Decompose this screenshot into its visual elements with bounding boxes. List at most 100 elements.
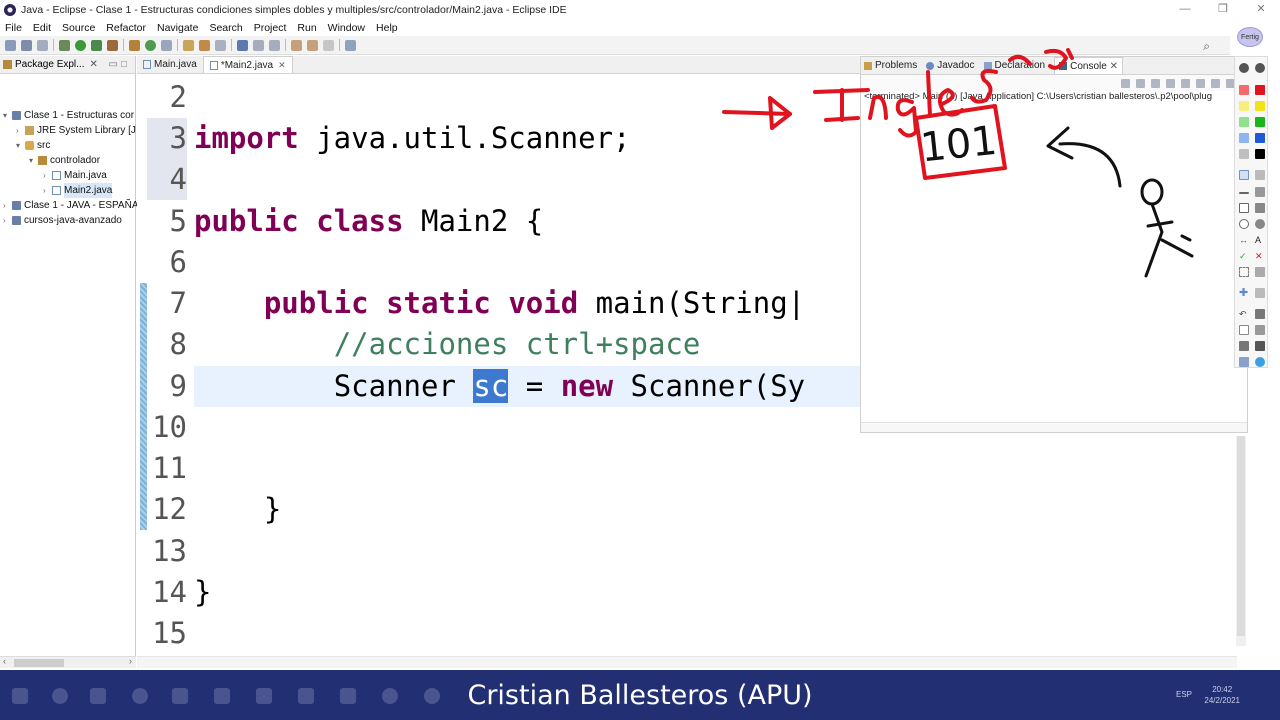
trash-icon[interactable] [1255, 309, 1265, 319]
tree-item-project-clase1[interactable]: ▾ Clase 1 - Estructuras cor [3, 108, 134, 123]
prev-annotation-icon[interactable] [269, 39, 280, 51]
color-light-green-swatch[interactable] [1239, 117, 1249, 127]
color-light-blue-swatch[interactable] [1239, 133, 1249, 143]
filled-rectangle-icon[interactable] [1255, 203, 1265, 213]
code-line-3[interactable]: import java.util.Scanner; [194, 118, 631, 158]
save-icon[interactable] [1255, 341, 1265, 351]
external-tools-icon[interactable] [107, 39, 118, 51]
view-controls[interactable]: ▭□ [109, 59, 131, 70]
new-page-icon[interactable] [1239, 325, 1249, 335]
code-line-14[interactable]: } [194, 572, 211, 612]
code-line-9[interactable]: Scanner sc = new Scanner(Sy [194, 366, 805, 406]
color-light-red-swatch[interactable] [1239, 85, 1249, 95]
menu-window[interactable]: Window [328, 22, 365, 34]
check-icon[interactable]: ✓ [1239, 251, 1249, 261]
new-icon[interactable] [5, 39, 16, 51]
code-line-7[interactable]: public static void main(String| [194, 283, 805, 323]
chevron-right-icon[interactable]: › [16, 123, 25, 138]
display-console-icon[interactable] [1211, 78, 1220, 88]
save-icon[interactable] [21, 39, 32, 51]
freehand-icon[interactable] [1239, 170, 1249, 180]
menu-project[interactable]: Project [254, 22, 287, 34]
chevron-left-icon[interactable]: ‹ [3, 656, 6, 666]
last-edit-icon[interactable] [291, 39, 302, 51]
print-icon[interactable] [1239, 341, 1249, 351]
pen-size-small-icon[interactable] [1239, 63, 1249, 73]
next-annotation-icon[interactable] [253, 39, 264, 51]
chevron-right-icon[interactable]: › [3, 213, 12, 228]
open-type-icon[interactable] [161, 39, 172, 51]
tree-item-controlador[interactable]: ▾ controlador [29, 153, 100, 168]
tab-main2-java[interactable]: *Main2.java ✕ [202, 56, 293, 73]
search-tool-icon[interactable] [199, 39, 210, 51]
chevron-down-icon[interactable]: ▾ [29, 153, 38, 168]
menu-help[interactable]: Help [376, 22, 398, 34]
text-tool-icon[interactable]: A [1255, 235, 1265, 245]
menu-source[interactable]: Source [62, 22, 95, 34]
search-icon[interactable]: ⌕ [1203, 39, 1210, 54]
undo-icon[interactable]: ↶ [1239, 309, 1249, 319]
horizontal-scrollbar[interactable] [137, 656, 1237, 668]
tab-main-java[interactable]: Main.java [137, 56, 203, 73]
remove-launch-icon[interactable] [1136, 78, 1145, 88]
horizontal-scrollbar[interactable] [861, 422, 1247, 432]
close-icon[interactable]: ✕ [278, 60, 286, 71]
remove-all-icon[interactable] [1151, 78, 1160, 88]
menu-refactor[interactable]: Refactor [106, 22, 146, 34]
color-black-swatch[interactable] [1255, 149, 1265, 159]
tab-console[interactable]: Console ✕ [1054, 57, 1123, 74]
toggle-mark-icon[interactable] [237, 39, 248, 51]
color-yellow-swatch[interactable] [1255, 101, 1265, 111]
close-button[interactable]: ✕ [1242, 0, 1280, 19]
code-line-8[interactable]: //acciones ctrl+space [194, 324, 701, 364]
pen-size-large-icon[interactable] [1255, 63, 1265, 73]
zoom-icon[interactable]: ✚ [1239, 288, 1249, 299]
tree-item-src[interactable]: ▾ src [16, 138, 50, 153]
scroll-thumb[interactable] [14, 659, 64, 667]
word-wrap-icon[interactable] [1181, 78, 1190, 88]
copy-icon[interactable] [1255, 325, 1265, 335]
save-all-icon[interactable] [37, 39, 48, 51]
language-indicator[interactable]: ESP [1176, 690, 1192, 699]
close-icon[interactable]: ✕ [1255, 251, 1265, 261]
tree-item-cursos-java[interactable]: › cursos-java-avanzado [3, 213, 122, 228]
back-icon[interactable] [307, 39, 318, 51]
terminate-icon[interactable] [1121, 78, 1130, 88]
color-grey-swatch[interactable] [1239, 149, 1249, 159]
menu-navigate[interactable]: Navigate [157, 22, 198, 34]
whiteboard-icon[interactable] [1255, 288, 1265, 298]
minimize-button[interactable]: — [1166, 0, 1204, 19]
line-tool-icon[interactable] [1239, 192, 1249, 194]
tree-item-main2-java[interactable]: › Main2.java [43, 183, 113, 198]
marker-icon[interactable] [1255, 187, 1265, 197]
forward-icon[interactable] [323, 39, 334, 51]
new-java-project-icon[interactable] [129, 39, 140, 51]
horizontal-scrollbar[interactable]: ‹ › [0, 656, 136, 668]
pin-console-icon[interactable] [1196, 78, 1205, 88]
vertical-scrollbar[interactable] [1236, 436, 1246, 646]
tab-problems[interactable]: Problems [864, 60, 917, 71]
chevron-right-icon[interactable]: › [129, 656, 132, 666]
color-red-swatch[interactable] [1255, 85, 1265, 95]
chevron-right-icon[interactable]: › [3, 198, 12, 213]
debug-icon[interactable] [59, 39, 70, 51]
select-icon[interactable] [1239, 267, 1249, 277]
color-green-swatch[interactable] [1255, 117, 1265, 127]
new-class-icon[interactable] [145, 39, 156, 51]
coverage-icon[interactable] [91, 39, 102, 51]
selected-text[interactable]: sc [473, 369, 509, 403]
menu-search[interactable]: Search [209, 22, 242, 34]
tab-declaration[interactable]: Declaration [983, 60, 1045, 71]
scroll-thumb[interactable] [1237, 436, 1245, 636]
tree-item-jre-library[interactable]: › JRE System Library [J [16, 123, 136, 138]
info-icon[interactable] [1255, 357, 1265, 367]
annotation-icon[interactable] [215, 39, 226, 51]
color-light-yellow-swatch[interactable] [1239, 101, 1249, 111]
run-icon[interactable] [75, 39, 86, 51]
package-explorer-tab[interactable]: Package Expl... ✕ ▭□ [0, 56, 135, 74]
screen-icon[interactable] [1239, 357, 1249, 367]
color-blue-swatch[interactable] [1255, 133, 1265, 143]
tab-javadoc[interactable]: Javadoc [926, 60, 975, 71]
pin-editor-icon[interactable] [345, 39, 356, 51]
menu-file[interactable]: File [5, 22, 22, 34]
